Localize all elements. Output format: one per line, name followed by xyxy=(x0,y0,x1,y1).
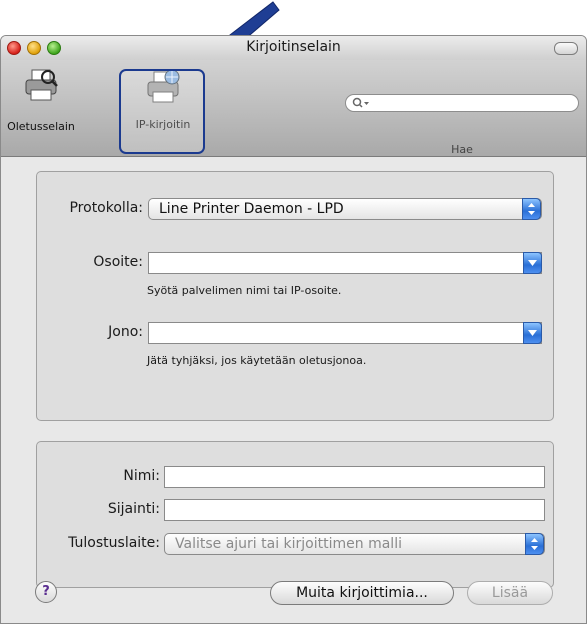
search-label: Hae xyxy=(451,143,473,156)
print-using-select[interactable]: Valitse ajuri tai kirjoittimen malli xyxy=(164,533,545,555)
location-field[interactable] xyxy=(164,499,545,521)
address-field[interactable] xyxy=(148,252,542,274)
add-button[interactable]: Lisää xyxy=(467,581,553,605)
printer-browser-window: Kirjoitinselain Oletusselain IP-kirjoiti… xyxy=(0,35,587,624)
ip-printer-highlight-frame xyxy=(119,69,205,154)
print-using-label: Tulostuslaite: xyxy=(68,535,160,551)
tab-default-browser[interactable]: Oletusselain xyxy=(5,60,77,154)
toolbar: Oletusselain IP-kirjoitin Hae xyxy=(1,60,586,157)
queue-label: Jono: xyxy=(108,324,143,340)
protocol-label: Protokolla: xyxy=(69,200,143,216)
print-using-value: Valitse ajuri tai kirjoittimen malli xyxy=(175,536,402,552)
protocol-select[interactable]: Line Printer Daemon - LPD xyxy=(148,198,542,220)
help-button[interactable]: ? xyxy=(35,581,57,603)
connection-settings-group: Protokolla: Line Printer Daemon - LPD Os… xyxy=(36,171,554,421)
search-icon xyxy=(352,97,369,108)
address-label: Osoite: xyxy=(93,254,143,270)
more-printers-button[interactable]: Muita kirjoittimia... xyxy=(270,581,454,605)
location-label: Sijainti: xyxy=(107,501,160,517)
popup-stepper-icon xyxy=(525,533,544,555)
protocol-value: Line Printer Daemon - LPD xyxy=(159,201,344,217)
address-hint: Syötä palvelimen nimi tai IP-osoite. xyxy=(147,284,342,297)
search-input[interactable] xyxy=(345,94,579,112)
name-label: Nimi: xyxy=(123,468,160,484)
title-bar: Kirjoitinselain xyxy=(1,36,586,60)
popup-stepper-icon xyxy=(522,198,541,220)
queue-dropdown-icon[interactable] xyxy=(523,322,542,344)
queue-hint: Jätä tyhjäksi, jos käytetään oletusjonoa… xyxy=(147,354,367,367)
toolbar-toggle-button[interactable] xyxy=(554,42,578,55)
printer-info-group: Nimi: Sijainti: Tulostuslaite: Valitse a… xyxy=(36,441,554,588)
tab-default-browser-label: Oletusselain xyxy=(7,120,75,133)
window-title: Kirjoitinselain xyxy=(246,39,341,55)
name-field[interactable] xyxy=(164,466,545,488)
address-dropdown-icon[interactable] xyxy=(523,252,542,274)
queue-field[interactable] xyxy=(148,322,542,344)
default-printer-icon xyxy=(25,69,58,101)
